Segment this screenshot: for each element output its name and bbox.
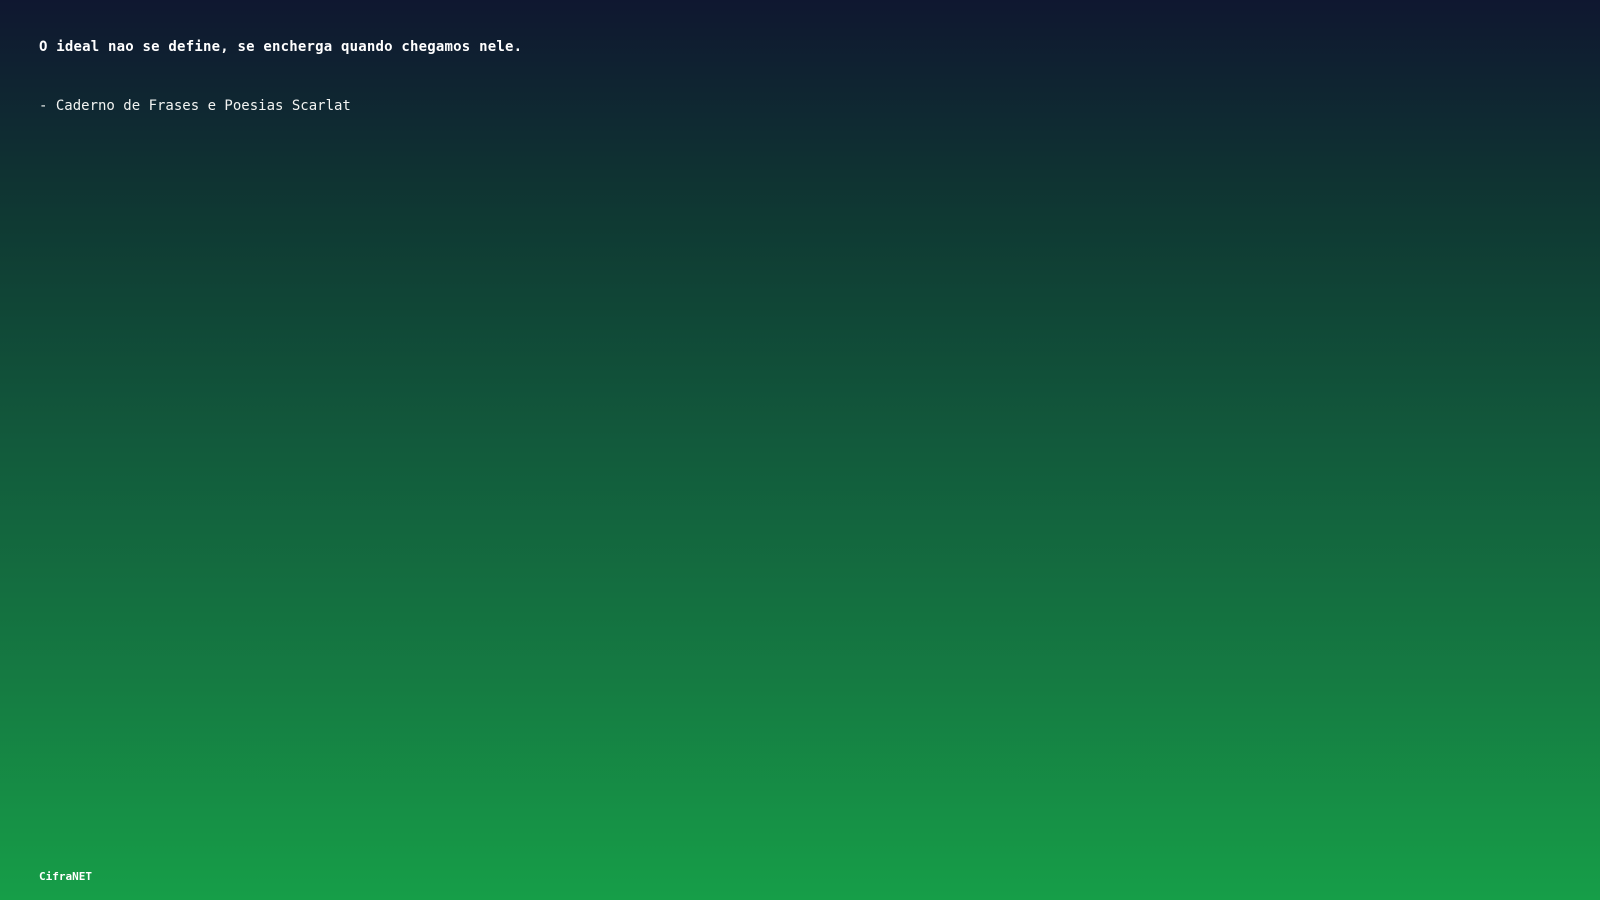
quote-text: O ideal nao se define, se encherga quand… — [39, 39, 523, 55]
quote-attribution: - Caderno de Frases e Poesias Scarlat — [39, 98, 351, 114]
brand-label: CifraNET — [39, 870, 92, 883]
